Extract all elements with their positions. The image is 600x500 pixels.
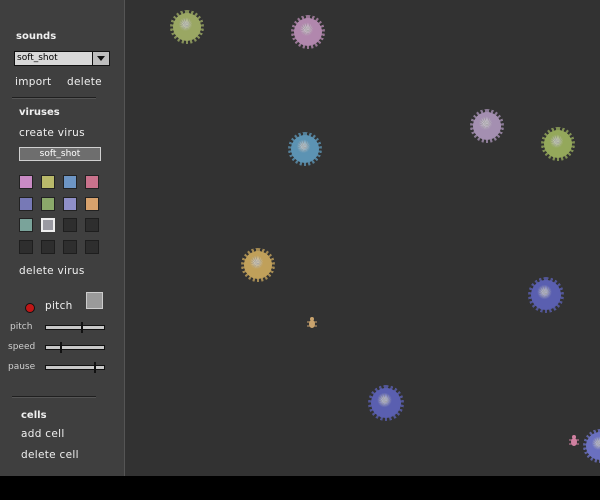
- cell-sprite[interactable]: [568, 434, 580, 448]
- pitch-toggle-label: pitch: [45, 300, 73, 312]
- virus-sprite[interactable]: [170, 10, 204, 44]
- pitch-indicator-icon: [25, 303, 35, 313]
- virus-color-swatch[interactable]: [85, 197, 99, 211]
- virus-color-swatch[interactable]: [85, 218, 99, 232]
- virus-color-swatch[interactable]: [63, 218, 77, 232]
- delete-sound-button[interactable]: delete: [67, 76, 102, 88]
- bottom-bar: [0, 476, 600, 500]
- virus-sprite[interactable]: [528, 277, 564, 313]
- pause-slider-label: pause: [8, 362, 36, 372]
- virus-name-field[interactable]: soft_shot: [19, 147, 101, 161]
- virus-color-swatch[interactable]: [19, 218, 33, 232]
- pitch-slider-label: pitch: [10, 322, 33, 332]
- cell-sprite[interactable]: [306, 316, 318, 330]
- virus-sprite[interactable]: [291, 15, 325, 49]
- speed-slider[interactable]: [45, 342, 105, 353]
- virus-color-swatch[interactable]: [63, 240, 77, 254]
- add-cell-button[interactable]: add cell: [21, 428, 65, 440]
- virus-color-swatch[interactable]: [41, 197, 55, 211]
- virus-color-swatch[interactable]: [19, 197, 33, 211]
- speed-slider-label: speed: [8, 342, 36, 352]
- cells-header: cells: [21, 410, 47, 421]
- simulation-canvas[interactable]: [125, 0, 600, 476]
- virus-color-swatch[interactable]: [19, 175, 33, 189]
- virus-color-swatch[interactable]: [41, 175, 55, 189]
- divider: [12, 97, 96, 99]
- sound-select[interactable]: soft_shot: [14, 51, 110, 66]
- virus-sprite[interactable]: [541, 127, 575, 161]
- sound-select-value: soft_shot: [17, 53, 58, 63]
- chevron-down-icon[interactable]: [92, 52, 109, 65]
- virus-sprite[interactable]: [241, 248, 275, 282]
- pitch-slider[interactable]: [45, 322, 105, 333]
- sounds-header: sounds: [16, 31, 57, 42]
- virus-sprite[interactable]: [368, 385, 404, 421]
- divider: [12, 396, 96, 398]
- virus-color-swatch[interactable]: [19, 240, 33, 254]
- virus-color-swatch[interactable]: [41, 240, 55, 254]
- pause-slider-thumb[interactable]: [93, 362, 96, 373]
- delete-virus-button[interactable]: delete virus: [19, 265, 85, 277]
- control-sidebar: sounds soft_shot import delete viruses c…: [0, 0, 125, 476]
- virus-sprite[interactable]: [470, 109, 504, 143]
- speed-slider-thumb[interactable]: [60, 342, 62, 353]
- create-virus-button[interactable]: create virus: [19, 127, 85, 139]
- virus-color-swatch[interactable]: [85, 240, 99, 254]
- virus-sprite[interactable]: [288, 132, 322, 166]
- delete-cell-button[interactable]: delete cell: [21, 449, 79, 461]
- pause-slider[interactable]: [45, 362, 105, 373]
- virus-color-swatch[interactable]: [85, 175, 99, 189]
- viruses-header: viruses: [19, 107, 60, 118]
- virus-color-swatch[interactable]: [63, 175, 77, 189]
- virus-color-swatch[interactable]: [63, 197, 77, 211]
- pitch-toggle-checkbox[interactable]: [86, 292, 103, 309]
- virus-color-swatch[interactable]: [41, 218, 55, 232]
- import-button[interactable]: import: [15, 76, 51, 88]
- virus-sprite[interactable]: [583, 429, 600, 463]
- pitch-slider-thumb[interactable]: [80, 322, 83, 333]
